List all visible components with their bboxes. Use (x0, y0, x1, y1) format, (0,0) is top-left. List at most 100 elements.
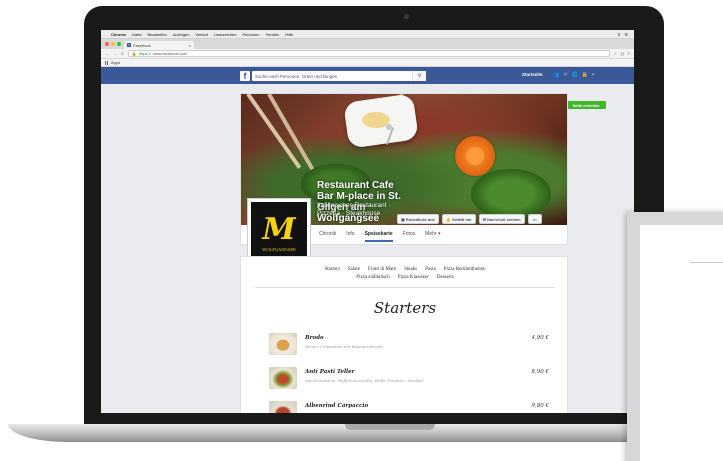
facebook-logo-icon[interactable]: f (240, 71, 250, 81)
address-bar[interactable]: 🔒 https://www.facebook.com (127, 50, 610, 57)
logo: M WOLFGANGSEE (251, 202, 307, 264)
reload-icon[interactable]: C (121, 51, 124, 56)
share-icon: ▣ (401, 216, 405, 222)
menu-category[interactable]: Steaks (404, 266, 417, 274)
menu-category[interactable]: Starters (325, 266, 340, 274)
back-icon[interactable]: ← (105, 51, 109, 56)
menu-datei[interactable]: Datei (132, 32, 141, 37)
browser-tabbar: f Facebook × (101, 39, 634, 49)
notifications-icon[interactable]: 🌐 (571, 72, 577, 78)
tab-chronik[interactable]: Chronik (319, 231, 336, 242)
menu-category[interactable]: Pizza süditalisch (356, 274, 389, 282)
menu-item[interactable]: Albenrind Carpaccio 9,80 € (269, 401, 559, 413)
dish-image (269, 333, 297, 355)
message-icon: ✉ (482, 216, 487, 222)
search-icon[interactable]: ⚲ (617, 32, 620, 37)
list-icon[interactable]: ☰ (624, 32, 628, 37)
dish-description: Rinder Consommé mit Rosmarinbrodo (305, 344, 383, 349)
tablet-screen (640, 225, 723, 461)
carrot-rose-decoration (455, 136, 495, 176)
divider (255, 287, 555, 288)
menu-icon[interactable]: ≡ (628, 51, 630, 56)
dish-price: 9,80 € (531, 403, 550, 409)
app-menu[interactable]: Chrome (111, 32, 126, 37)
menu-category[interactable]: Pizza Berühmtheiten (444, 266, 486, 274)
product-mockup: Chrome Datei Bearbeiten Anzeigen Verlauf… (0, 0, 723, 461)
share-button[interactable]: ▣ Rückblicke ans (397, 214, 439, 224)
menu-card: Starters Salate Frutti di Mare Steaks Pa… (240, 256, 568, 413)
menu-category[interactable]: Frutti di Mare (368, 266, 396, 274)
dish-description: Speckvariation, Büffelmozzarella, Wolfe … (305, 378, 424, 383)
like-label: Gefällt mir (451, 216, 472, 222)
search-icon[interactable]: ⚲ (412, 71, 426, 81)
menu-item[interactable]: Brodo Rinder Consommé mit Rosmarinbrodo … (269, 333, 559, 359)
menu-anzeigen[interactable]: Anzeigen (173, 32, 190, 37)
more-button[interactable]: ••• (527, 214, 542, 224)
menu-category[interactable]: Desserts (437, 274, 454, 282)
menu-item[interactable]: Anti Pasti Teller Speckvariation, Büffel… (269, 367, 559, 393)
tab-close-icon[interactable]: × (189, 43, 194, 48)
dish-name: Brodo (305, 335, 324, 341)
url-scheme: https:// (138, 51, 151, 56)
friend-requests-icon[interactable]: 👥 (553, 72, 559, 78)
menu-categories-row: Starters Salate Frutti di Mare Steaks Pa… (241, 266, 569, 274)
menu-verlauf[interactable]: Verlauf (196, 32, 208, 37)
menubar-status: ⚲ ☰ (617, 32, 634, 37)
forward-icon[interactable]: → (113, 51, 117, 56)
facebook-favicon-icon: f (127, 43, 131, 47)
create-page-button[interactable]: Seite erstellen (566, 101, 606, 109)
menu-lesezeichen[interactable]: Lesezeichen (214, 32, 236, 37)
message-button[interactable]: ✉ Nachricht senden (478, 214, 525, 224)
search-placeholder: Suche nach Personen, Orten und Dingen (255, 73, 338, 79)
menu-categories: Starters Salate Frutti di Mare Steaks Pa… (241, 266, 569, 282)
dish-name: Anti Pasti Teller (305, 369, 355, 375)
tab-info[interactable]: Info (346, 231, 354, 242)
logo-letter: M (262, 211, 296, 247)
bookmark-star-icon[interactable]: ☆ (614, 51, 618, 56)
apps-link[interactable]: Apps (111, 60, 120, 65)
camera (404, 14, 409, 19)
share-label: Rückblicke ans (405, 216, 435, 222)
minimize-window-icon[interactable] (111, 42, 115, 46)
spoon-decoration (386, 124, 392, 130)
close-window-icon[interactable] (105, 42, 109, 46)
page-actions: ▣ Rückblicke ans 👍 Gefällt mir ✉ Nachric… (397, 214, 542, 224)
tab-mehr[interactable]: Mehr ▾ (425, 231, 440, 242)
apps-grid-icon[interactable] (105, 60, 109, 65)
facebook-header-icons: 👥 ✉ 🌐 🔒 ▾ (553, 72, 594, 78)
account-menu-icon[interactable]: ▾ (592, 72, 595, 78)
divider (690, 262, 723, 263)
like-button[interactable]: 👍 Gefällt mir (441, 214, 476, 224)
logo-label: WOLFGANGSEE (262, 246, 296, 252)
menu-category[interactable]: Pasta (425, 266, 436, 274)
help-icon[interactable]: 🔒 (582, 72, 588, 78)
tab-speisekarte[interactable]: Speisekarte (364, 231, 393, 242)
tablet-device (627, 212, 723, 461)
facebook-search-input[interactable]: Suche nach Personen, Orten und Dingen ⚲ (252, 71, 426, 81)
menu-category[interactable]: Pizza Klassiker (398, 274, 429, 282)
menu-hilfe[interactable]: Hilfe (285, 32, 293, 37)
menu-personen[interactable]: Personen (242, 32, 259, 37)
dish-price: 8,90 € (531, 369, 550, 375)
bookmarks-bar: Apps (101, 59, 634, 67)
menu-bearbeiten[interactable]: Bearbeiten (147, 32, 166, 37)
menu-fenster[interactable]: Fenster (266, 32, 280, 37)
home-link[interactable]: Startseite (522, 72, 543, 77)
menu-categories-row: Pizza süditalisch Pizza Klassiker Desser… (241, 274, 569, 282)
facebook-header: f Suche nach Personen, Orten und Dingen … (101, 67, 634, 84)
url-host: www.facebook.com (152, 51, 188, 56)
browser-tab[interactable]: f Facebook × (124, 41, 194, 49)
window-controls (105, 39, 121, 49)
salad-decoration (471, 169, 551, 219)
tab-fotos[interactable]: Fotos (403, 231, 416, 242)
browser-toolbar: ← → C 🔒 https://www.facebook.com ☆ ƒƒ ≡ (101, 49, 634, 59)
mac-menubar: Chrome Datei Bearbeiten Anzeigen Verlauf… (101, 30, 634, 39)
extension-icon[interactable]: ƒƒ (620, 51, 624, 56)
dish-name: Albenrind Carpaccio (305, 403, 369, 409)
tab-title: Facebook (133, 42, 151, 48)
menu-category[interactable]: Salate (348, 266, 360, 274)
page-header-card: Restaurant Cafe Bar M-place in St. Gilge… (240, 93, 568, 268)
thumbs-up-icon: 👍 (445, 216, 451, 222)
messages-icon[interactable]: ✉ (563, 72, 567, 78)
zoom-window-icon[interactable] (117, 42, 121, 46)
